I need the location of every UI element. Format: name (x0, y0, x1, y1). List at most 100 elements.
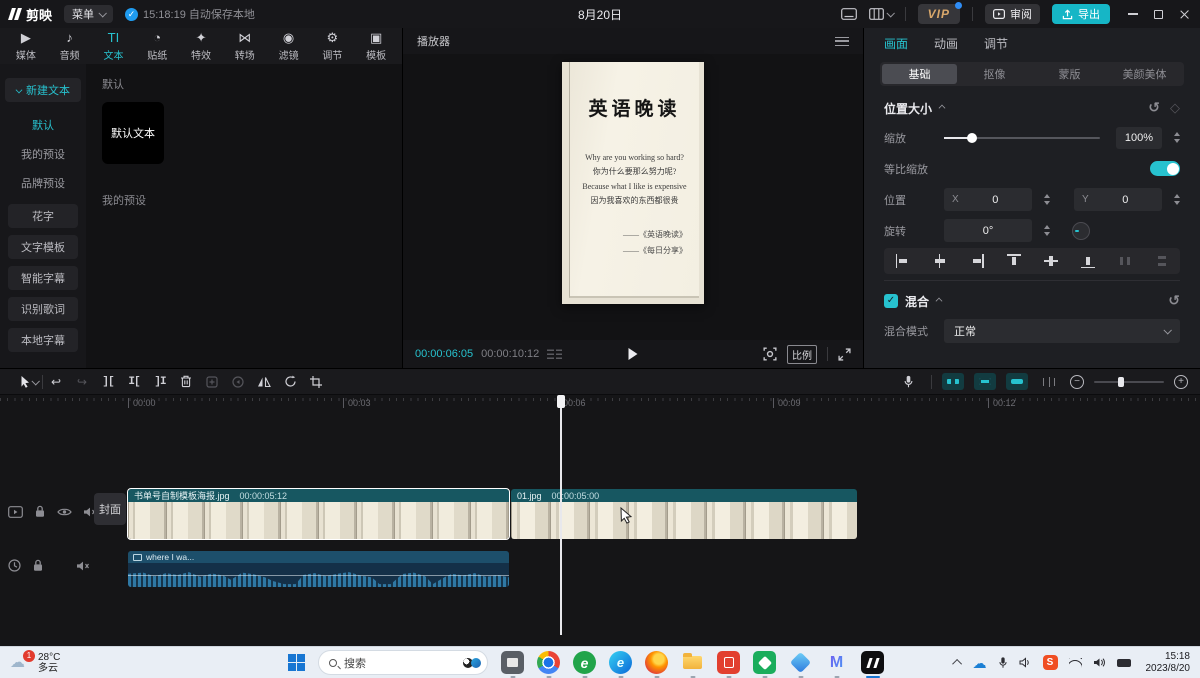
timeline-ruler[interactable]: 00:00 00:03 00:06 00:09 00:12 (0, 395, 1200, 411)
lock-icon[interactable] (32, 559, 44, 572)
scale-slider[interactable] (944, 137, 1100, 139)
tab-sticker[interactable]: ◔贴纸 (135, 30, 179, 62)
tray-speaker-icon[interactable] (1019, 657, 1032, 668)
blend-mode-dropdown[interactable]: 正常 (944, 319, 1180, 343)
timeline-zoom-in-button[interactable]: + (1174, 375, 1188, 389)
tab-picture[interactable]: 画面 (884, 35, 908, 52)
scale-value[interactable]: 100% (1116, 127, 1162, 149)
tab-filters[interactable]: ◉滤镜 (267, 30, 311, 62)
subtab-beauty[interactable]: 美颜美体 (1107, 64, 1182, 84)
sidebar-item-local-subtitles[interactable]: 本地字幕 (8, 328, 78, 352)
weather-widget[interactable]: ☁1 28°C 多云 (10, 652, 60, 674)
shortcut-keyboard-icon[interactable] (841, 8, 857, 20)
eye-icon[interactable] (57, 507, 72, 517)
mute-icon[interactable] (76, 560, 90, 572)
scale-slider-handle[interactable] (967, 133, 977, 143)
restore-button[interactable] (1154, 10, 1163, 19)
export-button[interactable]: 导出 (1052, 4, 1110, 24)
x-stepper[interactable] (1044, 194, 1050, 205)
tab-audio[interactable]: ♪音频 (48, 30, 92, 62)
audio-track-icon[interactable] (8, 559, 21, 572)
audio-clip[interactable]: where I wa... (128, 551, 509, 587)
linkage-toggle[interactable] (1006, 373, 1028, 390)
preview-stage[interactable]: 英语晚读 Why are you working so hard? 你为什么要那… (403, 54, 863, 340)
blue-diamond-app-icon[interactable] (789, 651, 812, 674)
new-text-button[interactable]: 新建文本 (5, 78, 81, 102)
timeline-clip-2[interactable]: 01.jpg 00:00:05:00 (511, 489, 857, 539)
track-options-icon[interactable] (8, 506, 23, 518)
lock-icon[interactable] (34, 505, 46, 518)
quality-focus-icon[interactable] (763, 347, 777, 361)
sidebar-item-text-template[interactable]: 文字模板 (8, 235, 78, 259)
align-center-horizontal-button[interactable] (921, 248, 958, 274)
preview-axis-toggle[interactable] (1038, 373, 1060, 390)
keyframe-icon[interactable]: ◇ (1170, 100, 1180, 116)
tab-media[interactable]: ▶媒体 (4, 30, 48, 62)
split-button[interactable]: ][ (95, 376, 121, 388)
tray-s-app-icon[interactable]: S (1043, 655, 1058, 670)
green-browser-icon[interactable]: e (573, 651, 596, 674)
timeline-zoom-out-button[interactable]: − (1070, 375, 1084, 389)
screenshot-app-icon[interactable] (501, 651, 524, 674)
rotate-input[interactable]: 0° (944, 219, 1032, 242)
align-top-button[interactable] (995, 248, 1032, 274)
ratio-button[interactable]: 比例 (787, 345, 817, 364)
tab-transitions[interactable]: ⋈转场 (223, 30, 267, 62)
edge-icon[interactable]: e (609, 651, 632, 674)
firefox-icon[interactable] (645, 651, 668, 674)
align-left-button[interactable] (884, 248, 921, 274)
subtab-mask[interactable]: 蒙版 (1032, 64, 1107, 84)
distribute-horizontal-button[interactable] (1106, 248, 1143, 274)
collapse-icon[interactable] (939, 105, 946, 112)
player-menu-icon[interactable] (835, 37, 849, 46)
redo-button[interactable]: ↪ (69, 375, 95, 389)
align-right-button[interactable] (958, 248, 995, 274)
play-button[interactable] (629, 348, 638, 360)
collapse-icon[interactable] (936, 298, 943, 305)
trim-left-button[interactable]: I[ (121, 376, 147, 388)
sidebar-item-brand-presets[interactable]: 品牌预设 (21, 168, 65, 197)
rotate-stepper[interactable] (1044, 225, 1050, 236)
menu-button[interactable]: 菜单 (64, 5, 113, 23)
mirror-button[interactable] (251, 376, 277, 388)
tab-text[interactable]: TI文本 (92, 30, 136, 62)
sidebar-item-default[interactable]: 默认 (32, 110, 54, 139)
onedrive-icon[interactable]: ☁ (973, 656, 987, 670)
position-x-input[interactable]: X0 (944, 188, 1032, 211)
reset-icon[interactable]: ↺ (1148, 100, 1160, 116)
sidebar-item-lyrics-recognition[interactable]: 识别歌词 (8, 297, 78, 321)
delete-button[interactable] (173, 375, 199, 388)
tab-effects[interactable]: ✦特效 (179, 30, 223, 62)
green-app-icon[interactable] (753, 651, 776, 674)
layout-switch-icon[interactable] (869, 8, 893, 20)
auto-snap-toggle[interactable] (974, 373, 996, 390)
align-center-vertical-button[interactable] (1032, 248, 1069, 274)
align-bottom-button[interactable] (1069, 248, 1106, 274)
clock[interactable]: 15:18 2023/8/20 (1146, 651, 1191, 675)
tab-adjustment[interactable]: 调节 (984, 35, 1008, 52)
taskbar-search[interactable]: 搜索 (318, 650, 488, 675)
red-app-icon[interactable] (717, 651, 740, 674)
crop-button[interactable] (303, 376, 329, 388)
distribute-vertical-button[interactable] (1143, 248, 1180, 274)
magnetic-snap-toggle[interactable] (942, 373, 964, 390)
rotate-knob[interactable] (1072, 222, 1090, 240)
volume-icon[interactable] (1093, 657, 1106, 668)
frames-view-icon[interactable] (547, 349, 562, 359)
tray-expand-icon[interactable] (952, 659, 962, 669)
tab-adjust[interactable]: ⚙调节 (310, 30, 354, 62)
stepper-up-icon[interactable] (1174, 132, 1180, 136)
position-y-input[interactable]: Y0 (1074, 188, 1162, 211)
tab-animation[interactable]: 动画 (934, 35, 958, 52)
subtab-basic[interactable]: 基础 (882, 64, 957, 84)
file-explorer-icon[interactable] (681, 651, 704, 674)
undo-button[interactable]: ↩ (43, 375, 69, 389)
minimize-button[interactable] (1128, 13, 1138, 15)
rotate-button[interactable] (277, 375, 303, 388)
blend-checkbox[interactable]: ✓ (884, 294, 898, 308)
chrome-icon[interactable] (537, 651, 560, 674)
scale-stepper[interactable] (1174, 132, 1180, 143)
stepper-down-icon[interactable] (1174, 139, 1180, 143)
vip-badge[interactable]: VIP (918, 4, 960, 24)
cover-button[interactable]: 封面 (94, 493, 126, 525)
